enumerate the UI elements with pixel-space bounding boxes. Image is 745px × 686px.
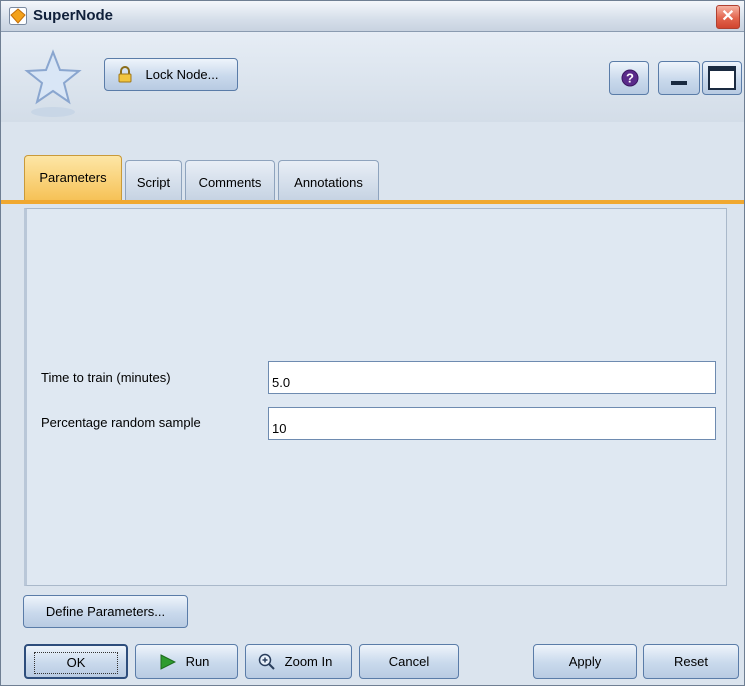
time-to-train-input[interactable]	[268, 361, 716, 394]
supernode-dialog: SuperNode ✕ Lock Node... ? Parameters Sc…	[0, 0, 745, 686]
window-title: SuperNode	[33, 7, 114, 24]
zoom-in-label: Zoom In	[284, 654, 333, 669]
help-icon: ?	[621, 69, 639, 87]
parameters-panel: Time to train (minutes) Percentage rando…	[24, 208, 727, 586]
run-icon	[160, 654, 176, 670]
reset-label: Reset	[674, 654, 708, 669]
star-icon	[24, 49, 82, 117]
help-button[interactable]: ?	[609, 61, 649, 95]
tab-underline	[1, 200, 744, 204]
tab-parameters[interactable]: Parameters	[24, 155, 122, 200]
random-sample-label: Percentage random sample	[41, 415, 201, 430]
apply-label: Apply	[568, 654, 602, 669]
close-button[interactable]: ✕	[716, 5, 740, 29]
run-button[interactable]: Run	[135, 644, 238, 679]
tab-script[interactable]: Script	[125, 160, 182, 200]
supernode-icon	[9, 7, 27, 25]
tab-label: Comments	[198, 175, 262, 190]
lock-node-button[interactable]: Lock Node...	[104, 58, 238, 91]
minimize-icon	[671, 81, 687, 85]
svg-text:?: ?	[626, 71, 634, 86]
maximize-icon	[708, 66, 736, 90]
define-parameters-label: Define Parameters...	[45, 604, 166, 619]
reset-button[interactable]: Reset	[643, 644, 739, 679]
tab-bar: Parameters Script Comments Annotations	[1, 154, 744, 200]
define-parameters-button[interactable]: Define Parameters...	[23, 595, 188, 628]
ok-button[interactable]: OK	[24, 644, 128, 679]
tab-label: Parameters	[39, 170, 107, 185]
tab-label: Script	[136, 175, 171, 190]
run-label: Run	[185, 654, 210, 669]
close-icon: ✕	[721, 8, 735, 25]
cancel-label: Cancel	[388, 654, 430, 669]
tab-comments[interactable]: Comments	[185, 160, 275, 200]
zoom-icon	[258, 653, 275, 670]
random-sample-input[interactable]	[268, 407, 716, 440]
maximize-button[interactable]	[702, 61, 742, 95]
tab-annotations[interactable]: Annotations	[278, 160, 379, 200]
lock-icon	[118, 66, 132, 83]
zoom-in-button[interactable]: Zoom In	[245, 644, 352, 679]
lock-node-label: Lock Node...	[145, 67, 219, 82]
minimize-button[interactable]	[658, 61, 700, 95]
ok-label: OK	[33, 652, 119, 674]
apply-button[interactable]: Apply	[533, 644, 637, 679]
title-bar[interactable]: SuperNode ✕	[1, 1, 744, 32]
tab-label: Annotations	[294, 175, 363, 190]
time-to-train-label: Time to train (minutes)	[41, 370, 171, 385]
cancel-button[interactable]: Cancel	[359, 644, 459, 679]
